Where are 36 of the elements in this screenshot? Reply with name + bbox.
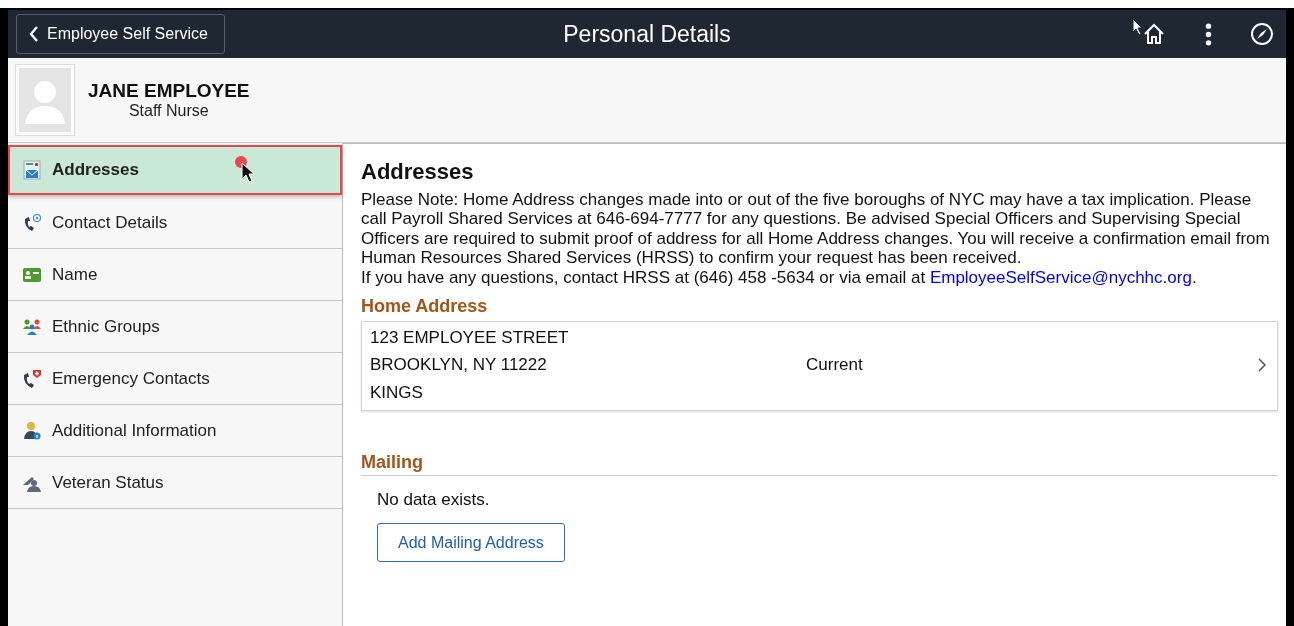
page-title: Personal Details (563, 20, 731, 47)
chevron-left-icon (29, 26, 39, 42)
address-status: Current (806, 355, 863, 374)
sidebar-item[interactable]: Contact Details (8, 197, 342, 249)
job-title: Staff Nurse (128, 102, 209, 120)
compass-button[interactable] (1248, 20, 1276, 48)
sidebar-item[interactable]: Emergency Contacts (8, 353, 342, 405)
envelope-card-icon (22, 159, 42, 180)
avatar-silhouette (16, 65, 74, 135)
sidebar-item[interactable]: Veteran Status (8, 457, 342, 509)
click-pointer-icon (234, 155, 256, 185)
sidebar-item[interactable]: Additional Information (8, 405, 342, 457)
empty-message: No data exists. (377, 489, 491, 509)
contact-text: If you have any questions, contact HRSS at (646) 458 -5634 or via email at EmployeeSelfService@nychhc.org. (361, 267, 1198, 287)
add-address-button[interactable]: Add Mailing Address (377, 523, 565, 562)
chevron-right-icon (1257, 357, 1267, 372)
compass-icon (1250, 22, 1274, 46)
more-options-icon (1204, 22, 1212, 46)
address-line: BROOKLYN, NY 11222 (370, 355, 548, 375)
section-heading: Addresses (361, 162, 475, 182)
address-line: KINGS (370, 382, 424, 402)
address-line: 123 EMPLOYEE STREET (370, 327, 570, 347)
person-info-icon (22, 420, 42, 441)
employee-name: JANE EMPLOYEE (88, 80, 250, 102)
sidebar-item[interactable]: Name (8, 249, 342, 301)
subsection-heading: Home Address (361, 297, 489, 317)
sidebar-item[interactable]: Addresses (8, 145, 342, 195)
subsection-heading: Mailing (361, 453, 1278, 476)
note-text: Please Note: Home Address changes made into or out of the five boroughs of NYC may have a tax implication. Please call Payroll Shared Services at 646-694-7777 for any questions. Be advised Special Officers and Supervising Special Officers are required to submit proof of address for all Home Address changes. You will receive a confirmation email from Human Resources Shared Services (HRSS) to confirm your request has been received. (361, 189, 1271, 268)
home-icon (1142, 22, 1166, 46)
mouse-pointer-icon (1132, 18, 1144, 36)
back-button[interactable]: Employee Self Service (16, 14, 225, 54)
sidebar-item[interactable]: Ethnic Groups (8, 301, 342, 353)
address-card[interactable]: 123 EMPLOYEE STREET BROOKLYN, NY 11222 KINGS Current (361, 320, 1278, 411)
email-link[interactable]: EmployeeSelfService@nychhc.org (929, 267, 1192, 287)
phone-cross-icon (22, 368, 42, 389)
